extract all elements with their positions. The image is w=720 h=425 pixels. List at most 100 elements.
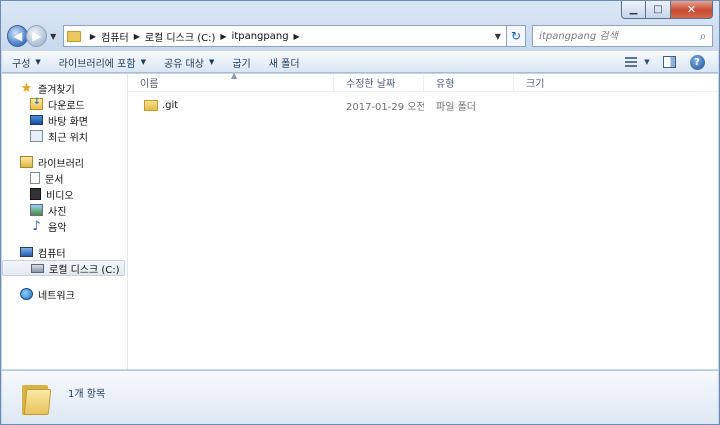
libraries-group: 라이브러리 문서 비디오 사진 ♪ 음악: [2, 154, 127, 234]
new-folder-label: 새 폴더: [268, 58, 300, 70]
nav-item-label: 최근 위치: [48, 132, 88, 144]
nav-favorites[interactable]: ★ 즐겨찾기: [2, 80, 127, 96]
nav-computer[interactable]: 컴퓨터: [2, 244, 127, 260]
file-name: .git: [162, 99, 179, 111]
chevron-right-icon[interactable]: ▶: [294, 32, 300, 41]
recent-places-icon: [30, 130, 43, 142]
computer-icon: [20, 247, 33, 257]
chevron-right-icon[interactable]: ▶: [220, 32, 226, 41]
address-bar[interactable]: ▶ 컴퓨터 ▶ 로컬 디스크 (C:) ▶ itpangpang ▶ ▼: [62, 25, 507, 47]
details-view-icon: [625, 57, 637, 67]
nav-item-music[interactable]: ♪ 음악: [2, 218, 127, 234]
nav-item-label: 다운로드: [48, 100, 85, 112]
chevron-down-icon: ▼: [140, 58, 146, 66]
view-controls: ▼ ?: [614, 54, 718, 70]
nav-item-label: 바탕 화면: [48, 116, 88, 128]
nav-item-downloads[interactable]: 다운로드: [2, 96, 127, 112]
new-folder-button[interactable]: 새 폴더: [269, 55, 300, 70]
nav-item-local-disk[interactable]: 로컬 디스크 (C:): [2, 260, 125, 276]
organize-button[interactable]: 구성 ▼: [12, 55, 41, 70]
network-group: 네트워크: [2, 286, 127, 302]
document-icon: [30, 172, 40, 184]
folder-icon: [144, 99, 158, 111]
command-bar: 구성 ▼ 라이브러리에 포함 ▼ 공유 대상 ▼ 굽기 새 폴더 ▼ ?: [2, 51, 718, 73]
column-header-row: ▲ 이름 수정한 날짜 유형 크기: [128, 71, 718, 92]
nav-item-documents[interactable]: 문서: [2, 170, 127, 186]
navigation-row: ◀ ▶ ▼ ▶ 컴퓨터 ▶ 로컬 디스크 (C:) ▶ itpangpang ▶…: [7, 23, 713, 49]
chevron-right-icon[interactable]: ▶: [134, 32, 140, 41]
column-header-date[interactable]: 수정한 날짜: [334, 73, 424, 92]
burn-label: 굽기: [232, 58, 251, 70]
nav-item-desktop[interactable]: 바탕 화면: [2, 112, 127, 128]
preview-pane-button[interactable]: [658, 54, 680, 70]
include-library-label: 라이브러리에 포함: [58, 58, 136, 70]
details-pane: 1개 항목: [2, 370, 718, 424]
music-note-icon: ♪: [32, 218, 41, 234]
navigation-pane[interactable]: ★ 즐겨찾기 다운로드 바탕 화면 최근 위치: [2, 74, 128, 369]
maximize-button[interactable]: □: [646, 1, 671, 19]
refresh-button[interactable]: ↻: [506, 25, 527, 47]
downloads-folder-icon: [30, 97, 43, 110]
library-icon: [20, 156, 33, 168]
file-name-cell[interactable]: .git: [128, 99, 334, 111]
share-with-label: 공유 대상: [163, 58, 204, 70]
help-button[interactable]: ?: [686, 54, 708, 70]
nav-item-videos[interactable]: 비디오: [2, 186, 127, 202]
video-icon: [30, 188, 41, 200]
picture-icon: [30, 204, 43, 216]
favorites-group: ★ 즐겨찾기 다운로드 바탕 화면 최근 위치: [2, 80, 127, 144]
nav-network[interactable]: 네트워크: [2, 286, 127, 302]
nav-network-label: 네트워크: [38, 290, 75, 302]
nav-item-label: 사진: [48, 206, 67, 218]
chevron-down-icon: ▼: [208, 58, 215, 66]
help-icon: ?: [689, 54, 705, 70]
nav-item-label: 문서: [45, 174, 64, 186]
refresh-icon: ↻: [511, 29, 522, 43]
nav-item-pictures[interactable]: 사진: [2, 202, 127, 218]
breadcrumb-computer[interactable]: 컴퓨터: [101, 29, 129, 44]
breadcrumb-itpangpang[interactable]: itpangpang: [232, 31, 289, 42]
nav-favorites-label: 즐겨찾기: [38, 84, 75, 96]
desktop-icon: [30, 115, 43, 125]
recent-pages-dropdown[interactable]: ▼: [47, 32, 59, 41]
change-view-button[interactable]: [620, 54, 642, 70]
nav-item-recent-places[interactable]: 최근 위치: [2, 128, 127, 144]
breadcrumb-local-disk[interactable]: 로컬 디스크 (C:): [145, 29, 216, 44]
item-count: 1개 항목: [68, 389, 106, 400]
forward-button[interactable]: ▶: [26, 25, 48, 47]
column-header-size[interactable]: 크기: [514, 74, 594, 92]
file-date-cell: 2017-01-29 오전...: [346, 101, 424, 113]
close-button[interactable]: ✕: [671, 1, 713, 19]
include-library-button[interactable]: 라이브러리에 포함 ▼: [59, 55, 146, 70]
search-input[interactable]: [539, 30, 694, 42]
preview-pane-icon: [662, 56, 676, 68]
minimize-button[interactable]: ▁: [621, 1, 646, 19]
nav-libraries[interactable]: 라이브러리: [2, 154, 127, 170]
file-list-pane[interactable]: ▲ 이름 수정한 날짜 유형 크기 .git 2017-01-29 오전... …: [128, 71, 718, 369]
file-type-cell: 파일 폴더: [436, 101, 476, 113]
column-header-type[interactable]: 유형: [424, 73, 514, 92]
nav-item-label: 음악: [48, 222, 67, 234]
star-icon: ★: [20, 80, 33, 96]
hard-drive-icon: [31, 263, 44, 273]
nav-item-label: 로컬 디스크 (C:): [49, 264, 120, 276]
organize-label: 구성: [12, 58, 31, 70]
explorer-window: ▁ □ ✕ ◀ ▶ ▼ ▶ 컴퓨터 ▶ 로컬 디스크 (C:) ▶ itpang…: [0, 0, 720, 425]
arrow-left-icon: ◀: [12, 29, 23, 43]
view-options-dropdown[interactable]: ▼: [642, 54, 652, 70]
nav-computer-label: 컴퓨터: [38, 248, 66, 260]
burn-button[interactable]: 굽기: [232, 55, 250, 70]
network-icon: [20, 288, 33, 300]
chevron-down-icon: ▼: [644, 58, 650, 66]
address-dropdown-button[interactable]: ▼: [490, 32, 506, 41]
search-box[interactable]: ⌕: [532, 25, 713, 47]
share-with-button[interactable]: 공유 대상 ▼: [164, 55, 214, 70]
nav-item-label: 비디오: [46, 190, 74, 202]
table-row[interactable]: .git 2017-01-29 오전... 파일 폴더: [128, 96, 718, 114]
nav-libraries-label: 라이브러리: [38, 158, 84, 170]
search-icon[interactable]: ⌕: [694, 29, 712, 44]
folder-large-icon: [22, 381, 52, 415]
content-area: ★ 즐겨찾기 다운로드 바탕 화면 최근 위치: [2, 71, 718, 369]
chevron-right-icon[interactable]: ▶: [90, 32, 96, 41]
back-button[interactable]: ◀: [7, 25, 29, 47]
